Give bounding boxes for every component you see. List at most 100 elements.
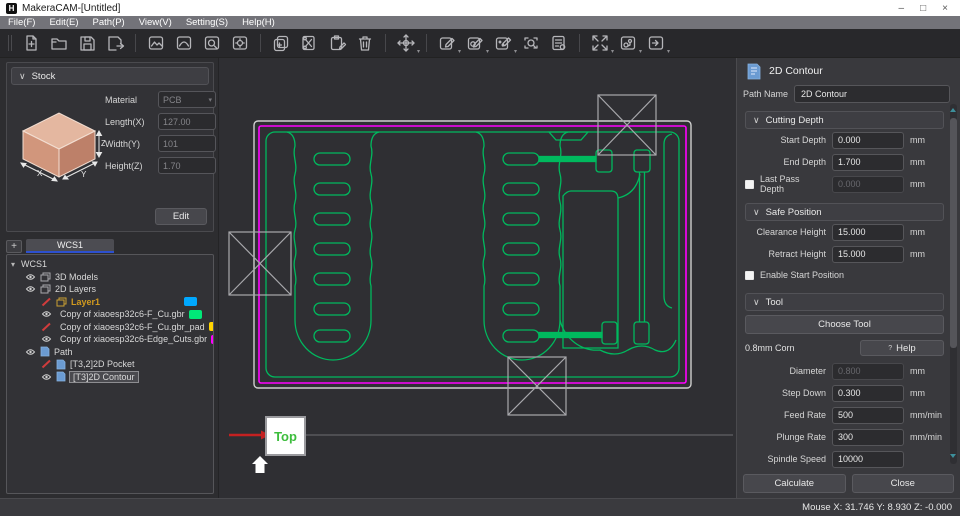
save-file-icon[interactable] (74, 31, 100, 55)
end-depth-field[interactable]: 1.700 (832, 154, 904, 171)
eye-icon[interactable] (41, 309, 52, 319)
scroll-down-icon[interactable] (950, 454, 956, 458)
holding-tab-left[interactable] (229, 232, 291, 295)
edit-stock-button[interactable]: Edit (155, 208, 207, 225)
layer-color-swatch[interactable] (189, 310, 202, 319)
menu-edit[interactable]: Edit(E) (49, 17, 78, 28)
tree-item-wcs1[interactable]: ▾ WCS1 (9, 258, 211, 271)
open-file-icon[interactable] (46, 31, 72, 55)
add-wcs-button[interactable]: + (6, 240, 22, 253)
tree-item-edge-cuts-gbr[interactable]: Copy of xiaoesp32c6-Edge_Cuts.gbr (9, 333, 211, 346)
choose-tool-button[interactable]: Choose Tool (745, 315, 944, 334)
delete-icon[interactable] (352, 31, 378, 55)
close-icon[interactable]: × (942, 3, 948, 14)
hidden-eye-icon[interactable] (41, 322, 52, 332)
fit-view-icon[interactable]: ▾ (587, 31, 613, 55)
layer-color-swatch[interactable] (211, 335, 214, 344)
menu-path[interactable]: Path(P) (93, 17, 125, 28)
window-title: MakeraCAM-[Untitled] (22, 3, 120, 14)
caret-down-icon[interactable]: ▾ (9, 260, 17, 269)
path-doc-icon (40, 346, 50, 357)
path-name-field[interactable]: 2D Contour (794, 85, 950, 103)
toolbar-drag-handle[interactable] (8, 35, 12, 51)
inspector-title: 2D Contour (769, 65, 823, 77)
tree-item-path[interactable]: Path (9, 346, 211, 359)
tree-item-2d-pocket[interactable]: [T3,2]2D Pocket (9, 358, 211, 371)
minimize-icon[interactable]: – (899, 3, 905, 14)
retract-height-field[interactable]: 15.000 (832, 246, 904, 263)
tab-wcs1[interactable]: WCS1 (26, 239, 114, 253)
edit-drill-path-icon[interactable]: ▾ (490, 31, 516, 55)
calculate-button[interactable]: Calculate (743, 474, 846, 493)
eye-icon[interactable] (41, 372, 52, 382)
menu-help[interactable]: Help(H) (242, 17, 275, 28)
viewport-canvas[interactable]: Top (218, 58, 736, 498)
home-arrow-icon[interactable] (252, 456, 268, 473)
menu-view[interactable]: View(V) (139, 17, 172, 28)
import-curve-icon[interactable] (171, 31, 197, 55)
tree-item-fcu-gbr[interactable]: Copy of xiaoesp32c6-F_Cu.gbr (9, 308, 211, 321)
cut-icon[interactable] (296, 31, 322, 55)
menu-setting[interactable]: Setting(S) (186, 17, 228, 28)
diameter-label: Diameter (745, 366, 826, 376)
diameter-field[interactable]: 0.800 (832, 363, 904, 380)
import-image-icon[interactable] (143, 31, 169, 55)
hidden-eye-icon[interactable] (41, 359, 52, 369)
clearance-height-field[interactable]: 15.000 (832, 224, 904, 241)
tool-header[interactable]: ∨ Tool (745, 293, 944, 311)
eye-icon[interactable] (41, 334, 52, 344)
scrollbar-thumb[interactable] (950, 118, 957, 348)
last-pass-depth-checkbox[interactable] (745, 180, 754, 189)
post-process-icon[interactable]: ▾ (643, 31, 669, 55)
gcode-export-icon[interactable] (546, 31, 572, 55)
eye-icon[interactable] (25, 272, 36, 282)
tree-item-3d-models[interactable]: 3D Models (9, 271, 211, 284)
layer-color-swatch[interactable] (209, 322, 214, 331)
scroll-up-icon[interactable] (950, 108, 956, 112)
eye-icon[interactable] (25, 347, 36, 357)
step-down-label: Step Down (745, 388, 826, 398)
cutting-depth-header[interactable]: ∨ Cutting Depth (745, 111, 944, 129)
hidden-eye-icon[interactable] (41, 297, 52, 307)
copy-icon[interactable] (268, 31, 294, 55)
maximize-icon[interactable]: □ (920, 3, 926, 14)
tree-item-2d-layers[interactable]: 2D Layers (9, 283, 211, 296)
layer-icon (56, 297, 67, 307)
edit-contour-path-icon[interactable]: ▾ (462, 31, 488, 55)
new-file-icon[interactable] (18, 31, 44, 55)
holding-tab-bottom[interactable] (508, 357, 566, 415)
layer-color-swatch[interactable] (184, 297, 197, 306)
paste-icon[interactable] (324, 31, 350, 55)
tree-item-fcu-gbr-pad[interactable]: Copy of xiaoesp32c6-F_Cu.gbr_pad (9, 321, 211, 334)
tree-item-layer1[interactable]: Layer1 (9, 296, 211, 309)
start-depth-field[interactable]: 0.000 (832, 132, 904, 149)
stock-header[interactable]: ∨ Stock (11, 67, 209, 85)
height-z-field[interactable]: 1.70 (158, 157, 216, 174)
enable-start-position-checkbox[interactable] (745, 271, 754, 280)
move-transform-icon[interactable]: ▾ (393, 31, 419, 55)
plunge-rate-field[interactable]: 300 (832, 429, 904, 446)
help-button[interactable]: ? Help (860, 340, 944, 356)
last-pass-depth-field[interactable]: 0.000 (832, 176, 904, 193)
tree-item-2d-contour[interactable]: [T3]2D Contour (9, 371, 211, 384)
spindle-speed-field[interactable]: 10000 (832, 451, 904, 468)
path-preview-icon[interactable] (518, 31, 544, 55)
width-y-label: Width(Y) (105, 139, 153, 149)
close-button[interactable]: Close (852, 474, 955, 493)
width-y-field[interactable]: 101 (158, 135, 216, 152)
eye-icon[interactable] (25, 284, 36, 294)
material-select[interactable]: PCB▾ (158, 91, 216, 108)
menu-file[interactable]: File(F) (8, 17, 35, 28)
step-down-field[interactable]: 0.300 (832, 385, 904, 402)
length-x-field[interactable]: 127.00 (158, 113, 216, 130)
safe-position-header[interactable]: ∨ Safe Position (745, 203, 944, 221)
feed-rate-field[interactable]: 500 (832, 407, 904, 424)
spindle-speed-label: Spindle Speed (745, 454, 826, 464)
edit-pocket-path-icon[interactable]: ▾ (434, 31, 460, 55)
export-file-icon[interactable] (102, 31, 128, 55)
simulate-icon[interactable]: ▾ (615, 31, 641, 55)
import-part-icon[interactable] (227, 31, 253, 55)
inspector-scrollbar[interactable] (950, 104, 957, 464)
import-model-icon[interactable] (199, 31, 225, 55)
holding-tab-top-right[interactable] (598, 95, 656, 155)
